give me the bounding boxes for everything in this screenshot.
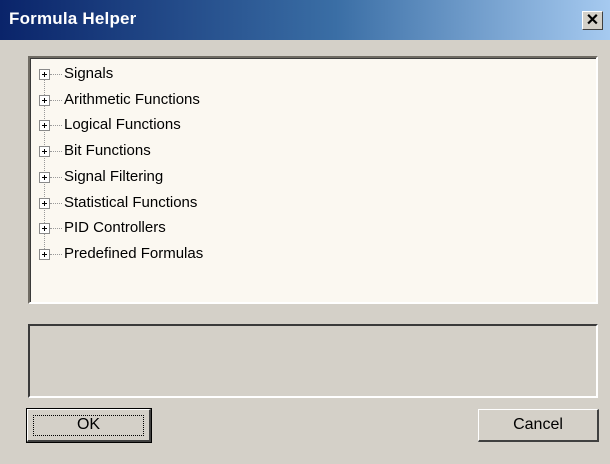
cancel-button-label: Cancel <box>513 416 563 433</box>
tree-item[interactable]: Logical Functions <box>30 113 570 139</box>
function-tree[interactable]: Signals Arithmetic Functions Logical Funct… <box>28 56 598 304</box>
ok-button-label: OK <box>76 416 101 433</box>
tree-branch-line <box>50 99 62 101</box>
formula-helper-dialog: Formula Helper ✕ Signals Arithmetic Funct… <box>0 0 610 464</box>
tree-item[interactable]: Predefined Formulas <box>30 242 570 268</box>
cancel-button[interactable]: Cancel <box>478 409 599 442</box>
tree-branch-line <box>50 253 62 255</box>
tree-item-label[interactable]: Logical Functions <box>64 116 181 133</box>
tree-item-label[interactable]: PID Controllers <box>64 219 166 236</box>
expand-plus-icon[interactable] <box>39 223 50 235</box>
tree-item-label[interactable]: Predefined Formulas <box>64 245 203 262</box>
expand-plus-icon[interactable] <box>39 248 50 260</box>
ok-button[interactable]: OK <box>26 408 152 443</box>
close-button[interactable]: ✕ <box>582 11 603 30</box>
tree-item-label[interactable]: Signal Filtering <box>64 168 163 185</box>
tree-item[interactable]: Arithmetic Functions <box>30 88 570 114</box>
tree-item[interactable]: PID Controllers <box>30 216 570 242</box>
tree-branch-line <box>50 74 62 75</box>
tree-item[interactable]: Bit Functions <box>30 139 570 165</box>
tree-item[interactable]: Signal Filtering <box>30 165 570 191</box>
tree-branch-line <box>50 176 62 178</box>
expand-plus-icon[interactable] <box>39 69 50 80</box>
tree-branch-line <box>50 202 62 204</box>
description-panel <box>28 324 598 398</box>
window-title: Formula Helper <box>9 9 137 28</box>
close-icon: ✕ <box>585 12 600 29</box>
tree-item[interactable]: Statistical Functions <box>30 191 570 217</box>
tree-item[interactable]: Signals <box>30 62 570 88</box>
tree-branch-line <box>50 228 62 230</box>
tree-item-label[interactable]: Statistical Functions <box>64 194 197 211</box>
expand-plus-icon[interactable] <box>39 94 50 106</box>
expand-plus-icon[interactable] <box>39 171 50 183</box>
title-bar[interactable]: Formula Helper ✕ <box>0 0 610 40</box>
tree-item-label[interactable]: Bit Functions <box>64 142 151 159</box>
expand-plus-icon[interactable] <box>39 197 50 209</box>
tree-branch-line <box>50 125 62 127</box>
tree-branch-line <box>50 151 62 153</box>
tree-item-label[interactable]: Arithmetic Functions <box>64 91 200 108</box>
expand-plus-icon[interactable] <box>39 120 50 132</box>
tree-item-label[interactable]: Signals <box>64 65 113 82</box>
expand-plus-icon[interactable] <box>39 146 50 158</box>
